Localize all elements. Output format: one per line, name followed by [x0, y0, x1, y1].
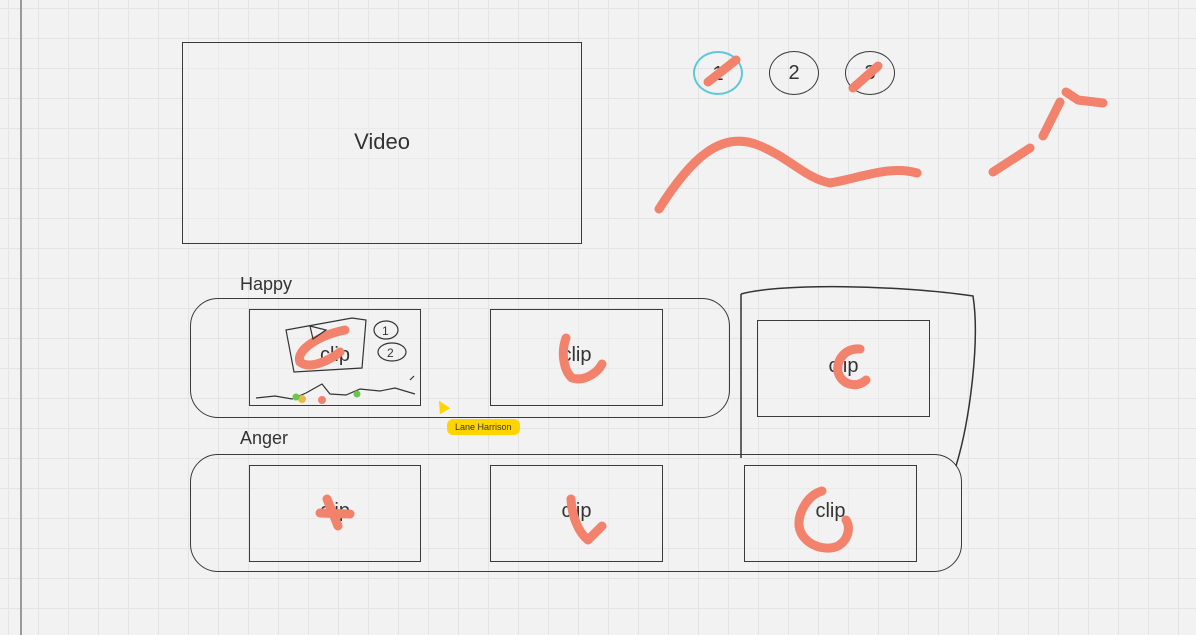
loose-clip[interactable]: clip: [757, 320, 930, 417]
clip-label: clip: [561, 344, 592, 366]
zigzag-stroke-a: [988, 143, 1035, 177]
anger-clip-2[interactable]: clip: [490, 465, 663, 562]
anger-clip-3[interactable]: clip: [744, 465, 917, 562]
canvas-left-edge: [20, 0, 22, 635]
step-button-1[interactable]: 1: [693, 51, 743, 95]
happy-clip-1[interactable]: clip: [249, 309, 421, 406]
clip-label: clip: [815, 500, 846, 522]
step-button-2[interactable]: 2: [769, 51, 819, 95]
wave-stroke: [654, 136, 922, 214]
anger-clip-1[interactable]: clip: [249, 465, 421, 562]
clip-label: clip: [319, 344, 350, 366]
row-label-anger: Anger: [240, 428, 289, 448]
happy-clip-2[interactable]: clip: [490, 309, 663, 406]
video-placeholder[interactable]: Video: [182, 42, 582, 244]
clip-label: clip: [319, 500, 350, 522]
row-label-happy: Happy: [240, 274, 293, 294]
collaborator-name-tag: Lane Harrison: [447, 419, 520, 435]
video-label: Video: [354, 129, 410, 154]
step-button-3[interactable]: 3: [845, 51, 895, 95]
zigzag-stroke-c: [1061, 87, 1108, 108]
clip-label: clip: [828, 355, 859, 377]
whiteboard-canvas[interactable]: Video 1 2 3 Happy clip clip clip Anger c…: [0, 0, 1196, 635]
clip-label: clip: [561, 500, 592, 522]
zigzag-stroke-b: [1038, 97, 1065, 141]
